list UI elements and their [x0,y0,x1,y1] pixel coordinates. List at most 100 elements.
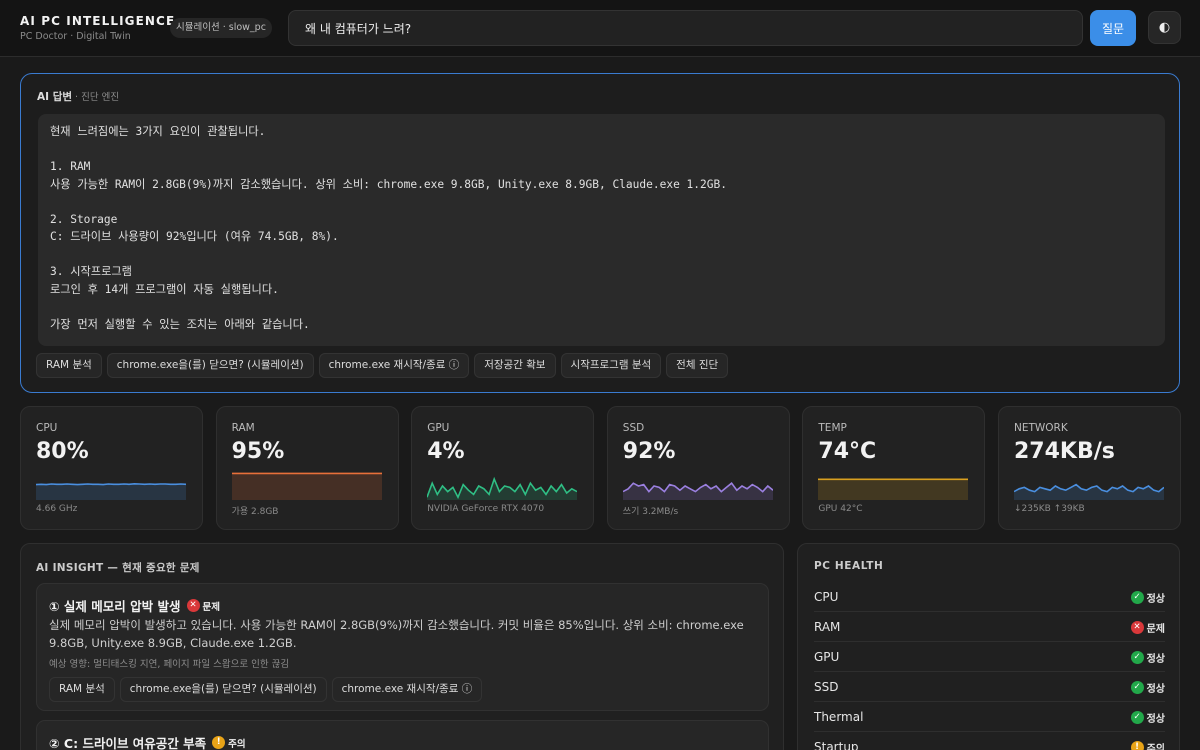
health-status: ✓ 정상 [1130,650,1165,665]
error-icon: ✕ [1130,621,1144,634]
health-status-label: 정상 [1146,684,1165,695]
health-component: GPU [814,650,840,664]
health-row-thermal: Thermal ✓ 정상 [814,702,1165,732]
sparkline [622,482,773,500]
health-component: RAM [814,620,841,634]
answer-text: 현재 느려짐에는 3가지 요인이 관찰됩니다. 1. RAM 사용 가능한 RA… [38,114,1165,346]
issue-impact: 예상 영향: 멀티태스킹 지연, 페이지 파일 스왑으로 인한 끊김 [49,659,290,670]
top-bar: AI PC INTELLIGENCE PC Doctor · Digital T… [0,0,1200,57]
sparkline-area [1014,484,1164,500]
metric-detail: NVIDIA GeForce RTX 4070 [427,504,545,514]
problem-badge: ✕ 문제 [186,599,220,613]
insight-title: AI INSIGHT — 현재 중요한 문제 [36,562,200,574]
metric-detail: ↓235KB ↑39KB [1014,504,1085,514]
metric-card-ram: RAM 95% 가용 2.8GB [215,406,399,530]
health-row-ssd: SSD ✓ 정상 [814,672,1165,702]
action-chip[interactable]: chrome.exe을(를) 닫으면? (시뮬레이션) [119,677,327,702]
health-title: PC HEALTH [814,560,884,572]
ai-insight-panel: AI INSIGHT — 현재 중요한 문제 ① 실제 메모리 압박 발생 ✕ … [20,543,784,750]
action-chip[interactable]: 저장공간 확보 [474,353,556,378]
sparkline-line [36,482,186,486]
app-subtitle: PC Doctor · Digital Twin [20,31,131,42]
brand: AI PC INTELLIGENCE PC Doctor · Digital T… [20,14,175,42]
metric-value: 80% [36,439,89,464]
health-row-gpu: GPU ✓ 정상 [814,642,1165,672]
warning-badge: ! 주의 [212,736,246,750]
check-icon: ✓ [1130,711,1144,724]
metric-card-cpu: CPU 80% 4.66 GHz [20,406,203,530]
metric-card-network: NETWORK 274KB/s ↓235KB ↑39KB [998,406,1181,530]
app-title: AI PC INTELLIGENCE [20,14,176,28]
metric-label: GPU [427,422,450,434]
sparkline [231,472,382,500]
metric-label: TEMP [818,422,847,434]
health-row-cpu: CPU ✓ 정상 [814,582,1165,612]
health-status: ! 주의 [1130,740,1165,750]
sparkline [1014,483,1164,500]
ai-answer-panel: AI 답변 · 진단 엔진 현재 느려짐에는 3가지 요인이 관찰됩니다. 1.… [20,73,1180,393]
sparkline-area [818,479,969,500]
metric-label: NETWORK [1014,422,1068,434]
sparkline [36,482,186,500]
metric-detail: 가용 2.8GB [231,507,279,517]
metric-label: SSD [622,422,645,434]
health-status-label: 정상 [1146,714,1165,725]
health-component: SSD [814,680,839,694]
action-chip[interactable]: chrome.exe 재시작/종료 ⓘ [318,353,470,378]
issue-card[interactable]: ① 실제 메모리 압박 발생 ✕ 문제 실제 메모리 압박이 발생하고 있습니다… [36,583,769,711]
metric-value: 74°C [818,439,877,464]
issue-title: ② C: 드라이브 여유공간 부족 ! 주의 [49,733,246,750]
sparkline [427,476,578,500]
issue-card[interactable]: ② C: 드라이브 여유공간 부족 ! 주의 [36,720,769,750]
health-status: ✓ 정상 [1130,590,1165,605]
badge-label: 문제 [202,601,220,613]
answer-actions: RAM 분석 chrome.exe을(를) 닫으면? (시뮬레이션) chrome.… [36,353,729,378]
sparkline-area [36,483,186,500]
metric-detail: 4.66 GHz [36,504,78,514]
issue-title: ① 실제 메모리 압박 발생 ✕ 문제 [49,596,220,615]
issue-actions: RAM 분석 chrome.exe을(를) 닫으면? (시뮬레이션) chrome.… [49,677,483,702]
check-icon: ✓ [1130,681,1144,694]
action-chip[interactable]: RAM 분석 [36,353,102,378]
health-row-ram: RAM ✕ 문제 [814,612,1165,642]
issue-title-text: ① 실제 메모리 압박 발생 [49,599,181,614]
metric-card-temp: TEMP 74°C GPU 42°C [802,406,986,530]
action-chip[interactable]: RAM 분석 [49,677,115,702]
check-icon: ✓ [1130,651,1144,664]
action-chip[interactable]: 전체 진단 [666,353,729,378]
health-status-label: 정상 [1146,654,1165,665]
metric-label: CPU [36,422,58,434]
health-status: ✓ 정상 [1130,710,1165,725]
action-chip[interactable]: chrome.exe을(를) 닫으면? (시뮬레이션) [106,353,314,378]
theme-toggle-icon[interactable]: ◐ [1148,11,1181,44]
issue-description: 실제 메모리 압박이 발생하고 있습니다. 사용 가능한 RAM이 2.8GB(… [49,618,744,650]
sparkline-area [231,473,382,500]
metric-card-ssd: SSD 92% 쓰기 3.2MB/s [606,406,790,530]
metric-value: 274KB/s [1014,439,1115,464]
answer-label: AI 답변 [37,91,73,103]
answer-engine: · 진단 엔진 [72,92,120,103]
badge-label: 주의 [228,738,246,750]
answer-header: AI 답변 · 진단 엔진 [37,89,119,104]
metric-card-gpu: GPU 4% NVIDIA GeForce RTX 4070 [411,406,595,530]
metric-detail: GPU 42°C [818,504,863,514]
error-icon: ✕ [186,599,200,612]
action-chip[interactable]: 시작프로그램 분석 [560,353,662,378]
health-status-label: 주의 [1146,744,1165,750]
ask-button[interactable]: 질문 [1090,10,1136,46]
health-component: CPU [814,590,839,604]
health-status: ✕ 문제 [1130,620,1165,635]
health-row-startup: Startup! 주의 [814,732,1165,750]
health-status: ✓ 정상 [1130,680,1165,695]
metric-value: 95% [231,439,285,464]
health-component: Thermal [814,710,864,724]
simulation-badge: 시뮬레이션 · slow_pc [170,18,272,38]
question-input[interactable] [288,10,1083,46]
pc-health-panel: PC HEALTH CPU ✓ 정상 RAM ✕ 문제 GPU ✓ 정상 SSD ✓ 정상 Therma… [797,543,1180,750]
warning-icon: ! [212,736,226,749]
action-chip[interactable]: chrome.exe 재시작/종료 ⓘ [331,677,483,702]
check-icon: ✓ [1130,591,1144,604]
metric-value: 4% [427,439,465,464]
warning-icon: ! [1130,741,1144,750]
issue-title-text: ② C: 드라이브 여유공간 부족 [49,736,207,750]
